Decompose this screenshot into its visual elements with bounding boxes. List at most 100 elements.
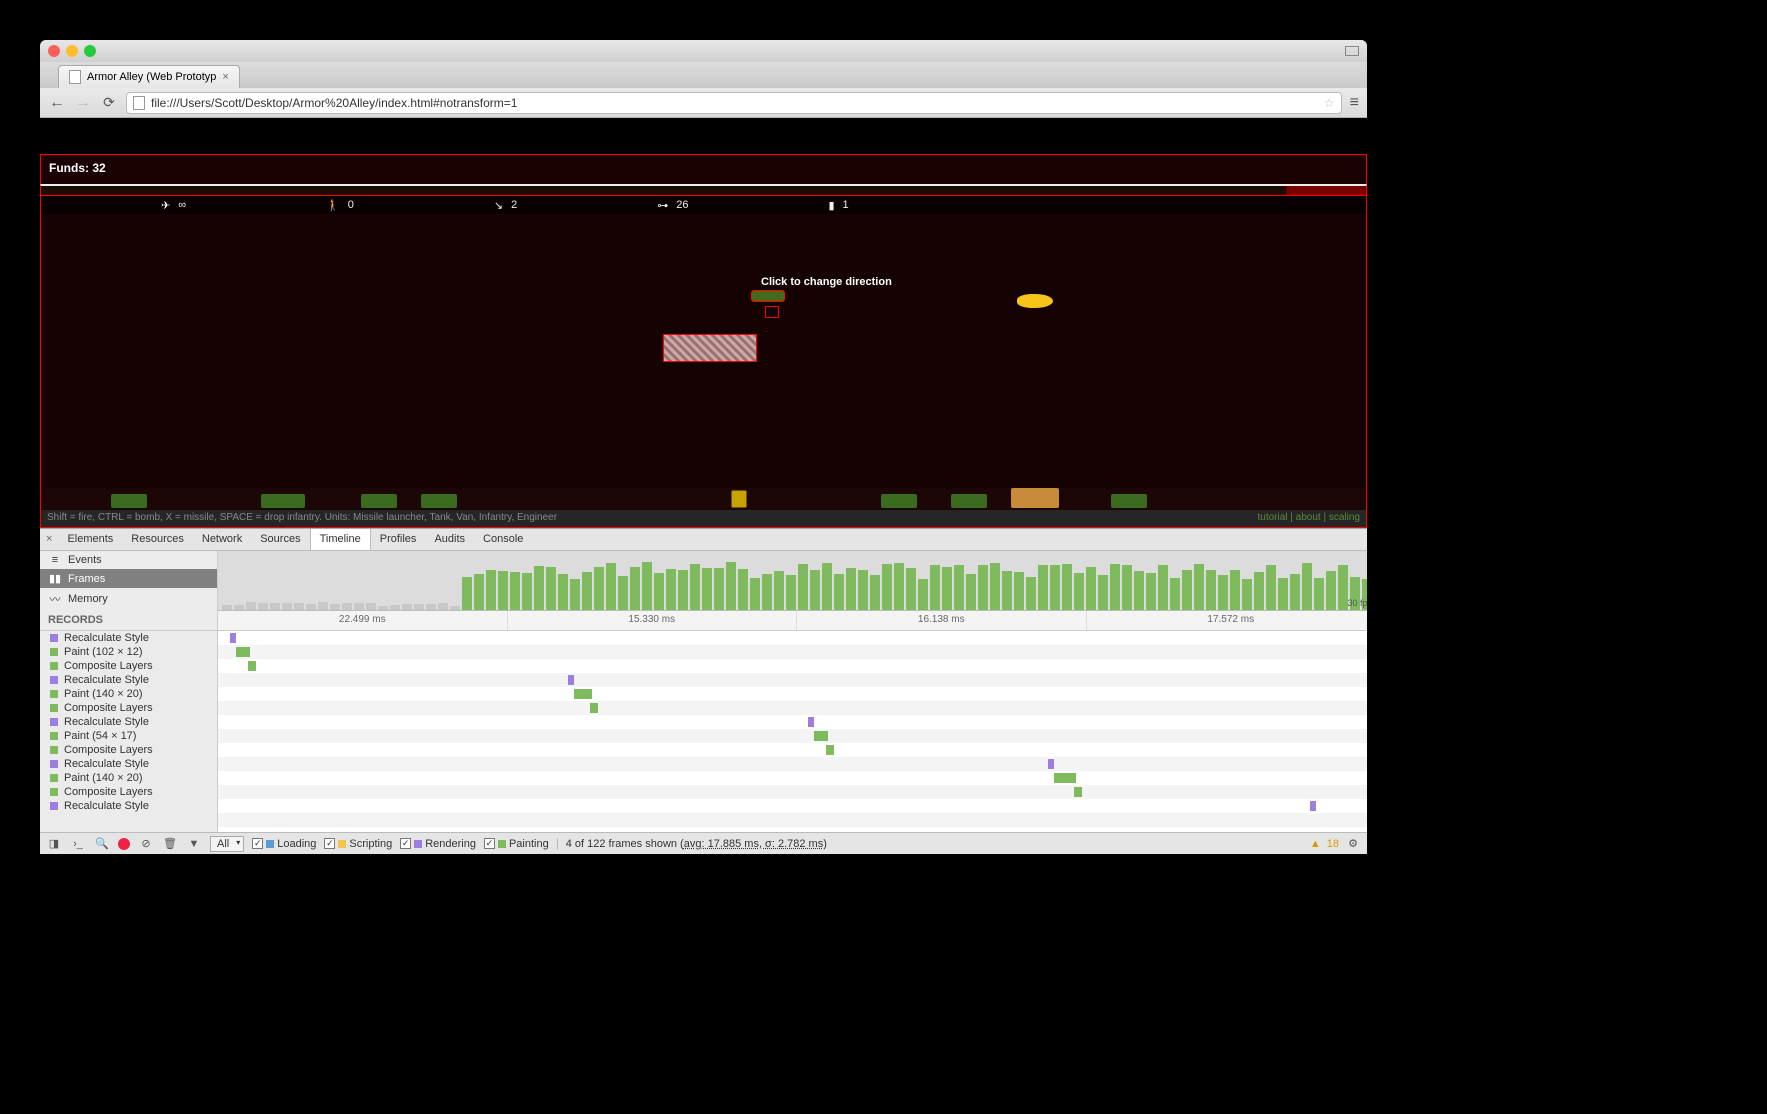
frame-bar[interactable] — [306, 604, 316, 610]
record-button[interactable] — [118, 838, 130, 850]
link-tutorial[interactable]: tutorial — [1258, 512, 1288, 523]
chk-scripting[interactable]: ✓Scripting — [324, 838, 392, 850]
chk-loading[interactable]: ✓Loading — [252, 838, 316, 850]
frame-bar[interactable] — [258, 603, 268, 610]
frame-bar[interactable] — [1302, 563, 1312, 610]
record-row[interactable]: Paint (140 × 20) — [40, 687, 217, 701]
frame-bar[interactable] — [1206, 570, 1216, 610]
frame-bar[interactable] — [378, 606, 388, 610]
frame-bar[interactable] — [966, 574, 976, 610]
frame-bar[interactable] — [462, 577, 472, 610]
frame-bar[interactable] — [534, 566, 544, 610]
frame-bar[interactable] — [930, 565, 940, 610]
frame-bar[interactable] — [318, 602, 328, 610]
frame-bar[interactable] — [594, 567, 604, 610]
frame-bar[interactable] — [690, 564, 700, 610]
address-bar[interactable]: file:///Users/Scott/Desktop/Armor%20Alle… — [126, 92, 1342, 114]
record-row[interactable]: Paint (102 × 12) — [40, 645, 217, 659]
frame-bar[interactable] — [1014, 572, 1024, 610]
frame-overview-strip[interactable]: 30 fps — [218, 551, 1367, 611]
game-field[interactable]: Click to change direction — [40, 214, 1367, 510]
frame-bar[interactable] — [1230, 570, 1240, 610]
tab-resources[interactable]: Resources — [122, 529, 193, 550]
frame-bar[interactable] — [1062, 564, 1072, 610]
frame-bar[interactable] — [666, 569, 676, 610]
frame-bar[interactable] — [1098, 575, 1108, 610]
frame-bar[interactable] — [222, 605, 232, 610]
chrome-menu-button[interactable]: ≡ — [1350, 94, 1359, 112]
frame-bar[interactable] — [750, 578, 760, 610]
frame-bar[interactable] — [978, 565, 988, 610]
chk-painting[interactable]: ✓Painting — [484, 838, 549, 850]
frame-bar[interactable] — [846, 568, 856, 610]
frame-bar[interactable] — [426, 604, 436, 610]
clear-icon[interactable]: ⊘ — [138, 837, 154, 850]
frame-bar[interactable] — [1026, 577, 1036, 610]
window-titlebar[interactable] — [40, 40, 1367, 62]
frame-bar[interactable] — [822, 563, 832, 610]
record-row[interactable]: Composite Layers — [40, 701, 217, 715]
frame-bar[interactable] — [1158, 565, 1168, 610]
record-row[interactable]: Paint (140 × 20) — [40, 771, 217, 785]
frame-bar[interactable] — [246, 602, 256, 610]
frame-bar[interactable] — [546, 567, 556, 610]
maximize-button[interactable] — [1345, 46, 1359, 56]
chk-rendering[interactable]: ✓Rendering — [400, 838, 476, 850]
frame-bar[interactable] — [354, 603, 364, 610]
frame-bar[interactable] — [234, 605, 244, 610]
tab-sources[interactable]: Sources — [251, 529, 309, 550]
frame-bar[interactable] — [726, 562, 736, 610]
close-window-button[interactable] — [48, 45, 60, 57]
frame-bar[interactable] — [366, 603, 376, 610]
frame-bar[interactable] — [990, 563, 1000, 610]
frame-bar[interactable] — [1122, 565, 1132, 610]
record-timeline[interactable] — [218, 631, 1367, 832]
frame-bar[interactable] — [882, 564, 892, 610]
frame-bar[interactable] — [1110, 564, 1120, 610]
search-icon[interactable]: 🔍 — [94, 837, 110, 850]
frame-bar[interactable] — [498, 571, 508, 610]
frame-bar[interactable] — [870, 575, 880, 610]
record-row[interactable]: Recalculate Style — [40, 799, 217, 813]
frame-bar[interactable] — [1242, 579, 1252, 610]
frame-bar[interactable] — [558, 574, 568, 610]
frame-bar[interactable] — [606, 563, 616, 611]
frame-bar[interactable] — [858, 570, 868, 610]
frame-bar[interactable] — [1134, 571, 1144, 610]
filter-icon[interactable]: ▼ — [186, 838, 202, 850]
record-row[interactable]: Composite Layers — [40, 743, 217, 757]
frame-bar[interactable] — [894, 563, 904, 610]
record-row[interactable]: Recalculate Style — [40, 757, 217, 771]
frame-bar[interactable] — [270, 603, 280, 610]
frame-bar[interactable] — [438, 603, 448, 610]
frame-bar[interactable] — [1182, 570, 1192, 610]
link-about[interactable]: about — [1296, 512, 1321, 523]
frame-bar[interactable] — [1074, 573, 1084, 610]
frame-bar[interactable] — [474, 574, 484, 610]
frame-bar[interactable] — [450, 606, 460, 610]
frame-bar[interactable] — [906, 568, 916, 610]
record-row[interactable]: Recalculate Style — [40, 631, 217, 645]
frame-bar[interactable] — [510, 572, 520, 610]
devtools-close-button[interactable]: × — [40, 529, 58, 550]
frame-bar[interactable] — [1314, 578, 1324, 610]
sidebar-item-events[interactable]: ≡Events — [40, 551, 217, 569]
link-scaling[interactable]: scaling — [1329, 512, 1360, 523]
frame-bar[interactable] — [1038, 565, 1048, 610]
frame-bar[interactable] — [618, 576, 628, 610]
frame-bar[interactable] — [1146, 573, 1156, 610]
frame-bar[interactable] — [570, 579, 580, 610]
frame-bar[interactable] — [522, 573, 532, 610]
frame-bar[interactable] — [654, 573, 664, 610]
tab-profiles[interactable]: Profiles — [371, 529, 426, 550]
frame-bar[interactable] — [390, 605, 400, 610]
browser-tab[interactable]: Armor Alley (Web Prototyp × — [58, 65, 240, 88]
trash-icon[interactable]: 🗑 — [162, 837, 178, 850]
record-row[interactable]: Recalculate Style — [40, 673, 217, 687]
frame-bar[interactable] — [786, 575, 796, 610]
frame-bar[interactable] — [1170, 578, 1180, 610]
record-row[interactable]: Composite Layers — [40, 785, 217, 799]
frame-bar[interactable] — [1194, 564, 1204, 610]
frame-bar[interactable] — [1326, 571, 1336, 610]
frame-bar[interactable] — [1266, 565, 1276, 610]
